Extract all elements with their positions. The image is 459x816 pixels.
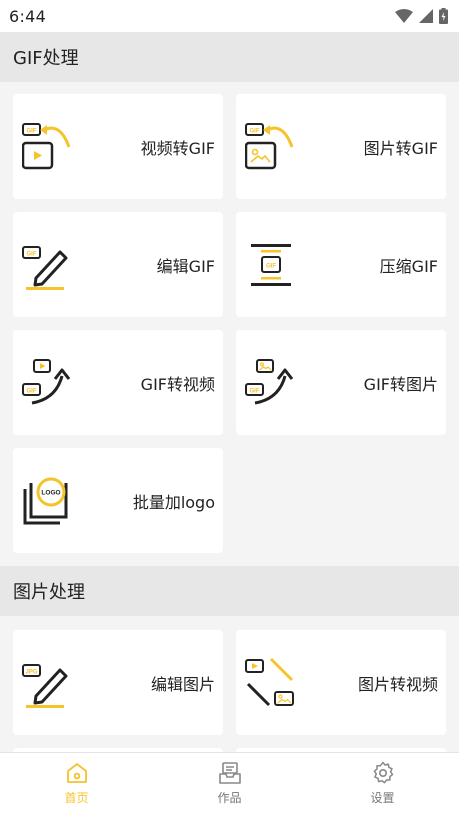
wifi-icon <box>395 9 413 23</box>
svg-text:GIF: GIF <box>266 263 276 269</box>
tool-label: 编辑图片 <box>150 674 215 694</box>
tool-label: GIF转图片 <box>363 374 438 394</box>
tool-card-gif-to-image[interactable]: GIF GIF转图片 <box>236 330 446 435</box>
section-image-title: 图片处理 <box>0 566 459 616</box>
nav-label: 设置 <box>370 791 395 805</box>
nav-item-works[interactable]: 作品 <box>153 753 306 816</box>
tool-card-video-to-gif[interactable]: GIF 视频转GIF <box>13 94 223 199</box>
edit-gif-icon: GIF <box>22 239 74 291</box>
svg-text:JPG: JPG <box>25 669 37 675</box>
home-icon <box>66 763 87 783</box>
tool-label: 编辑GIF <box>156 256 215 276</box>
tool-label: GIF转视频 <box>140 374 215 394</box>
batch-logo-icon: LOGO <box>22 475 74 527</box>
svg-text:GIF: GIF <box>27 388 37 394</box>
edit-image-icon: JPG <box>22 657 74 709</box>
tool-card-gif-to-video[interactable]: GIF GIF转视频 <box>13 330 223 435</box>
gif-to-image-icon: GIF <box>245 357 297 409</box>
bottom-nav: 首页 作品 设置 <box>0 752 459 816</box>
svg-text:GIF: GIF <box>250 128 260 134</box>
svg-text:LOGO: LOGO <box>41 489 60 496</box>
tool-label: 视频转GIF <box>140 138 215 158</box>
tool-card-image-to-video[interactable]: 图片转视频 <box>236 630 446 735</box>
status-icons <box>395 8 448 24</box>
video-to-gif-icon: GIF <box>22 121 74 173</box>
svg-text:GIF: GIF <box>27 128 37 134</box>
signal-icon <box>419 9 433 23</box>
gif-to-video-icon: GIF <box>22 357 74 409</box>
svg-text:GIF: GIF <box>27 251 37 257</box>
nav-item-settings[interactable]: 设置 <box>306 753 459 816</box>
image-to-video-icon <box>245 657 297 709</box>
nav-label: 作品 <box>217 791 242 805</box>
compress-gif-icon: GIF <box>245 239 297 291</box>
tool-card-image-to-gif[interactable]: GIF 图片转GIF <box>236 94 446 199</box>
status-bar: 6:44 <box>0 0 459 32</box>
tool-card-batch-logo[interactable]: LOGO 批量加logo <box>13 448 223 553</box>
tool-card-compress-gif[interactable]: GIF 压缩GIF <box>236 212 446 317</box>
settings-icon <box>373 761 393 784</box>
tool-label: 压缩GIF <box>379 256 438 276</box>
section-gif-title: GIF处理 <box>0 32 459 82</box>
tool-card-edit-image[interactable]: JPG 编辑图片 <box>13 630 223 735</box>
battery-icon <box>439 8 448 24</box>
tool-label: 图片转视频 <box>357 674 438 694</box>
nav-label: 首页 <box>64 791 89 805</box>
svg-text:GIF: GIF <box>250 388 260 394</box>
tool-label: 图片转GIF <box>363 138 438 158</box>
nav-item-home[interactable]: 首页 <box>0 753 153 816</box>
works-icon <box>218 762 241 784</box>
image-to-gif-icon: GIF <box>245 121 297 173</box>
tool-card-edit-gif[interactable]: GIF 编辑GIF <box>13 212 223 317</box>
status-time: 6:44 <box>9 6 47 26</box>
tool-label: 批量加logo <box>132 492 215 512</box>
